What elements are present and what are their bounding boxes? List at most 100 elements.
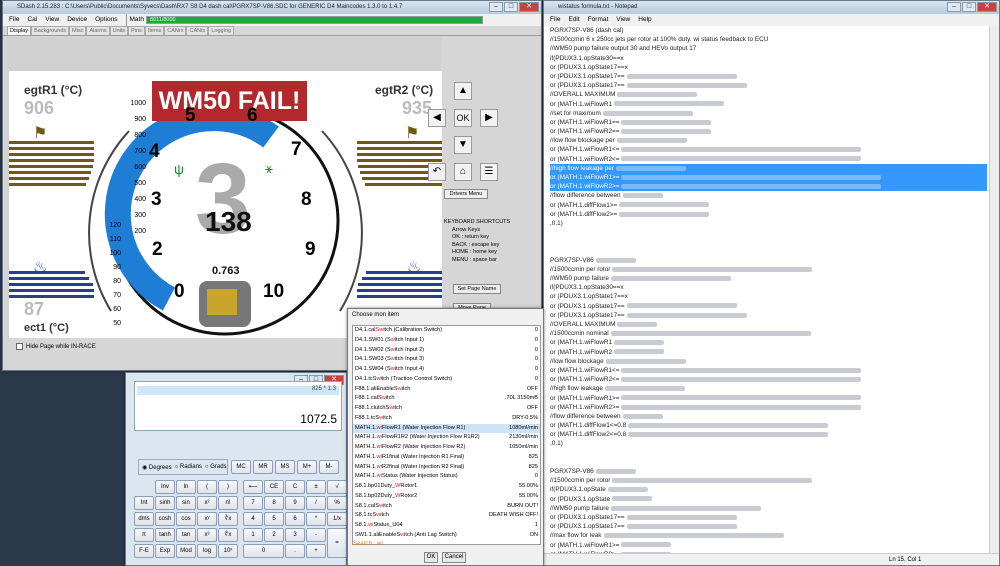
tab-alarms[interactable]: Alarms	[86, 26, 110, 35]
calc-key[interactable]: cos	[176, 512, 196, 526]
list-item[interactable]: D4.1.calSwitch (Calibration Switch) 0	[353, 326, 540, 336]
np-menu-format[interactable]: Format	[588, 14, 609, 26]
calc-key[interactable]: tanh	[155, 528, 175, 542]
nav-up-button[interactable]: ▲	[454, 82, 472, 100]
calc-memory-key[interactable]: M-	[319, 460, 339, 474]
calc-key[interactable]: ±	[306, 480, 326, 494]
tab-canrx[interactable]: CANrx	[164, 26, 187, 35]
calc-memory-key[interactable]: MR	[253, 460, 273, 474]
calc-memory-key[interactable]: MS	[275, 460, 295, 474]
calc-key[interactable]: .	[285, 544, 305, 558]
minimize-icon[interactable]: –	[947, 2, 961, 12]
calc-key[interactable]: sinh	[155, 496, 175, 510]
calc-key[interactable]: %	[327, 496, 347, 510]
list-item[interactable]: S8.1.wiStatus_U04 1	[353, 521, 540, 531]
calc-key[interactable]: 2	[264, 528, 284, 542]
menu-button[interactable]: ☰	[480, 163, 498, 181]
calc-memory-key[interactable]: MC	[231, 460, 251, 474]
calc-key[interactable]: 6	[285, 512, 305, 526]
calc-key[interactable]: 8	[264, 496, 284, 510]
home-button[interactable]: ⌂	[454, 163, 472, 181]
calc-key[interactable]: CE	[264, 480, 284, 494]
menu-view[interactable]: View	[45, 14, 59, 26]
list-item[interactable]: F88.1.clutchSwitch OFF	[353, 404, 540, 414]
list-item[interactable]: MATH.1.wiR1final (Water Injection R1 Fin…	[353, 453, 540, 463]
np-menu-view[interactable]: View	[616, 14, 630, 26]
calc-key[interactable]: 4	[243, 512, 263, 526]
menu-options[interactable]: Options	[95, 14, 117, 26]
mon-item-list[interactable]: D4.1.calSwitch (Calibration Switch) 0 D4.1…	[352, 325, 541, 545]
list-item[interactable]: D4.1.tcSwitch (Traction Control Switch) 0	[353, 375, 540, 385]
list-item[interactable]: D4.1.SW01 (Switch Input 1) 0	[353, 336, 540, 346]
list-item[interactable]: D4.1.SW02 (Switch Input 2) 0	[353, 346, 540, 356]
list-item[interactable]: S8.1.tcSwitch DEATH WISH OFF!	[353, 511, 540, 521]
nav-ok-button[interactable]: OK	[454, 109, 472, 127]
calc-key[interactable]: )	[218, 480, 238, 494]
calc-key[interactable]: *	[306, 512, 326, 526]
calc-key[interactable]: -	[306, 528, 326, 542]
calc-key[interactable]: ∛x	[218, 512, 238, 526]
list-item[interactable]: S8.1.bp02Duty_WRotor2 55.00%	[353, 492, 540, 502]
calc-key[interactable]: 1	[243, 528, 263, 542]
tab-misc[interactable]: Misc	[69, 26, 87, 35]
list-item[interactable]: F88.1.tcSwitch DRY-0.5%	[353, 414, 540, 424]
calc-key[interactable]: Int	[134, 496, 154, 510]
set-page-name-button[interactable]: Set Page Name	[453, 284, 501, 294]
calc-key[interactable]: Mod	[176, 544, 196, 558]
menu-cal[interactable]: Cal	[27, 14, 37, 26]
calc-key[interactable]: 0	[243, 544, 284, 558]
notepad-scrollbar[interactable]	[989, 26, 999, 554]
minimize-icon[interactable]: –	[489, 2, 503, 12]
list-item[interactable]: MATH.1.wiFlowR1R2 (Water Injection Flow …	[353, 433, 540, 443]
calc-key[interactable]: Exp	[155, 544, 175, 558]
calc-key[interactable]: x³	[197, 528, 217, 542]
calc-key[interactable]: =	[327, 528, 347, 558]
calc-key[interactable]: 3	[285, 528, 305, 542]
cancel-button[interactable]: Cancel	[442, 552, 466, 563]
close-icon[interactable]: ✕	[977, 2, 997, 12]
menu-file[interactable]: File	[9, 14, 19, 26]
calc-key[interactable]: n!	[218, 496, 238, 510]
drivers-menu-button[interactable]: Drivers Menu	[444, 189, 488, 199]
tab-pins[interactable]: Pins	[128, 26, 145, 35]
list-item[interactable]: S8.1.bp01Duty_WRotor1 55.00%	[353, 482, 540, 492]
notepad-text-area[interactable]: PGRX7SP-V86 (dash cal) //1500ccmin 6 x 25…	[547, 26, 987, 554]
calc-key[interactable]: ∜x	[218, 528, 238, 542]
calc-key[interactable]: 1/x	[327, 512, 347, 526]
np-menu-help[interactable]: Help	[638, 14, 651, 26]
calc-key[interactable]: xʸ	[197, 512, 217, 526]
calc-key[interactable]: x²	[197, 496, 217, 510]
grads-radio[interactable]: ○ Grads	[205, 464, 227, 470]
tab-logging[interactable]: Logging	[208, 26, 234, 35]
calc-key[interactable]: ⟵	[243, 480, 263, 494]
radians-radio[interactable]: ○ Radians	[175, 464, 202, 470]
calc-key[interactable]: log	[197, 544, 217, 558]
ok-button[interactable]: OK	[424, 552, 438, 563]
list-item[interactable]: SW1.1.aliEnableSwitch (Anti Lag Switch) O…	[353, 531, 540, 541]
list-item[interactable]: MATH.1.wiFlowR1 (Water Injection Flow R1…	[353, 423, 540, 434]
maximize-icon[interactable]: □	[962, 2, 976, 12]
calc-memory-key[interactable]: M+	[297, 460, 317, 474]
calc-key[interactable]: tan	[176, 528, 196, 542]
list-item[interactable]: MATH.1.wiStatus (Water Injection Status)…	[353, 472, 540, 482]
list-item[interactable]: D4.1.SW03 (Switch Input 3) 0	[353, 355, 540, 365]
list-item[interactable]: F88.1.aliEnableSwitch OFF	[353, 385, 540, 395]
hide-page-checkbox[interactable]	[16, 343, 23, 350]
list-item[interactable]: S8.1.calSwitch BURN OUT!	[353, 502, 540, 512]
calc-key[interactable]: √	[327, 480, 347, 494]
np-menu-edit[interactable]: Edit	[568, 14, 579, 26]
calc-key[interactable]: π	[134, 528, 154, 542]
calc-key[interactable]: sin	[176, 496, 196, 510]
tab-items[interactable]: Items	[144, 26, 165, 35]
calc-key[interactable]: 9	[285, 496, 305, 510]
tab-cantx[interactable]: CANtx	[186, 26, 209, 35]
calc-key[interactable]: cosh	[155, 512, 175, 526]
calc-key[interactable]: +	[306, 544, 326, 558]
maximize-icon[interactable]: □	[504, 2, 518, 12]
calc-key[interactable]: C	[285, 480, 305, 494]
tab-display[interactable]: Display	[7, 26, 32, 35]
list-item[interactable]: MATH.1.wiR2final (Water Injection R2 Fin…	[353, 463, 540, 473]
menu-device[interactable]: Device	[67, 14, 87, 26]
degrees-radio[interactable]: ◉ Degrees	[142, 464, 172, 471]
list-item[interactable]: F88.1.calSwitch .70L 3150mB	[353, 394, 540, 404]
